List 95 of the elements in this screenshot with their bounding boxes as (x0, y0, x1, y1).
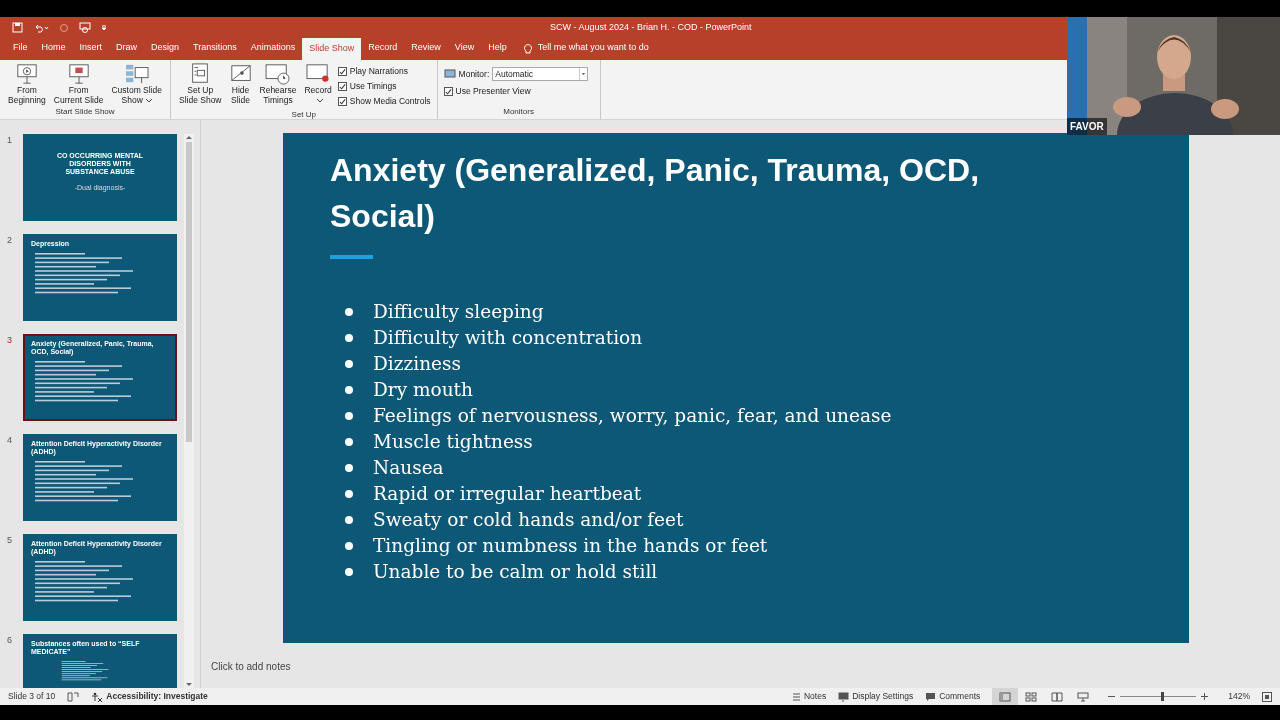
projector-icon (15, 63, 38, 85)
accessibility-icon (91, 691, 104, 702)
monitor-icon (443, 69, 456, 79)
fit-icon[interactable] (1262, 691, 1272, 702)
notes-placeholder[interactable]: Click to add notes (211, 658, 291, 674)
ribbon-tab[interactable]: Record (361, 38, 405, 60)
bullet-text: Nausea (373, 456, 444, 480)
ribbon-tab[interactable]: Transitions (186, 38, 244, 60)
ribbon-button[interactable]: From Beginning (6, 62, 48, 106)
bullet-text: Rapid or irregular heartbeat (373, 482, 642, 506)
zoom-level[interactable]: 142% (1228, 690, 1250, 703)
bullet-text: Difficulty sleeping (373, 300, 544, 324)
slides-icon (124, 63, 149, 85)
timer-icon (264, 63, 291, 85)
view-button[interactable] (992, 688, 1019, 705)
slide-number: 1 (7, 134, 13, 147)
ribbon-tab[interactable]: Design (144, 38, 187, 60)
slide-number: 5 (7, 534, 13, 547)
display-settings-button[interactable]: Display Settings (838, 690, 914, 703)
normal-view-icon (999, 691, 1012, 702)
bullet-text: Dry mouth (373, 378, 473, 402)
ribbon-tab[interactable]: View (447, 38, 482, 60)
checkbox-option[interactable]: Use Presenter View (443, 84, 594, 99)
bullet-icon (345, 516, 353, 524)
monitor-label: Monitor: (458, 67, 490, 81)
notes-button[interactable]: Notes (792, 690, 827, 703)
customize-icon[interactable] (101, 24, 107, 31)
ribbon-button[interactable]: Custom Slide Show (109, 62, 164, 106)
ribbon-tab[interactable]: Review (404, 38, 448, 60)
projector-icon (67, 63, 90, 85)
bullet-text: Feelings of nervousness, worry, panic, fear, and unease (373, 404, 892, 428)
slide-counter: Slide 3 of 10 (8, 690, 56, 703)
bullet-icon (345, 308, 353, 316)
slide-number: 4 (7, 434, 13, 447)
ribbon-button[interactable]: Record (302, 62, 334, 109)
checkbox-option[interactable]: Use Timings (337, 79, 431, 94)
group-label: Set Up (290, 109, 317, 121)
participant-name: FAVOR (1067, 118, 1107, 135)
undo-icon[interactable] (33, 22, 49, 33)
checkbox-option[interactable]: Play Narrations (337, 64, 431, 79)
presenter-icon[interactable] (79, 22, 91, 33)
bullet-icon (345, 542, 353, 550)
slide-number: 3 (7, 334, 13, 347)
bullet-icon (345, 334, 353, 342)
scroll-up-icon[interactable] (185, 134, 193, 140)
ribbon-tab[interactable]: Animations (243, 38, 303, 60)
ribbon-button[interactable]: Rehearse Timings (257, 62, 299, 109)
book-icon (1051, 691, 1064, 702)
bullet-text: Muscle tightness (373, 430, 533, 454)
save-icon[interactable] (12, 22, 23, 33)
bullet-text: Sweaty or cold hands and/or feet (373, 508, 684, 532)
tell-me-field[interactable]: Tell me what you want to do (537, 40, 649, 54)
monitor-dropdown[interactable]: Automatic (492, 67, 589, 81)
bullet-icon (345, 412, 353, 420)
grid-icon (1025, 691, 1038, 702)
check-icon (444, 87, 452, 96)
slider-thumb[interactable] (1160, 692, 1164, 701)
bullet-text: Tingling or numbness in the hands or feet (373, 534, 768, 558)
bullet-icon (345, 360, 353, 368)
bullet-icon (345, 386, 353, 394)
window-title: SCW - August 2024 - Brian H. - COD - PowerPoint (549, 20, 752, 34)
bullet-icon (345, 490, 353, 498)
ribbon-button[interactable]: Hide Slide (227, 62, 254, 109)
ribbon-button[interactable]: From Current Slide (51, 62, 106, 106)
ribbon-tab[interactable]: Slide Show (302, 38, 362, 60)
accessibility-button[interactable]: Accessibility: Investigate (91, 690, 208, 703)
comments-button[interactable]: Comments (925, 690, 981, 703)
scrollbar[interactable] (184, 134, 194, 688)
notes-icon (792, 692, 801, 701)
bullet-text: Unable to be calm or hold still (373, 560, 658, 584)
bullet-text: Dizziness (373, 352, 461, 376)
ribbon-button[interactable]: Set Up Slide Show (177, 62, 224, 109)
zoom-out-icon[interactable] (1108, 693, 1116, 700)
projector-icon (1077, 691, 1090, 702)
ribbon-tab[interactable]: Help (481, 38, 514, 60)
checkbox-option[interactable]: Show Media Controls (337, 94, 431, 109)
ribbon-tab[interactable]: Home (34, 38, 73, 60)
ribbon-tab[interactable]: Draw (109, 38, 145, 60)
bullet-text: Difficulty with concentration (373, 326, 643, 350)
bullet-icon (345, 438, 353, 446)
bullet-icon (345, 568, 353, 576)
slide-number: 6 (7, 634, 13, 647)
group-label: Monitors (502, 106, 535, 118)
slide-title: Anxiety (Generalized, Panic, Trauma, OCD, Social) (330, 151, 981, 236)
lightbulb-icon (523, 43, 532, 54)
group-label: Start Slide Show (54, 106, 116, 118)
ribbon-tab[interactable]: Insert (72, 38, 110, 60)
bullet-icon (345, 464, 353, 472)
comment-icon (925, 691, 937, 702)
dropdown-arrow-icon[interactable] (579, 68, 588, 80)
record-icon (306, 63, 331, 85)
ribbon-tab[interactable]: File (6, 38, 35, 60)
zoom-in-icon[interactable] (1201, 693, 1209, 700)
display-icon (838, 691, 850, 702)
slide-number: 2 (7, 234, 13, 247)
